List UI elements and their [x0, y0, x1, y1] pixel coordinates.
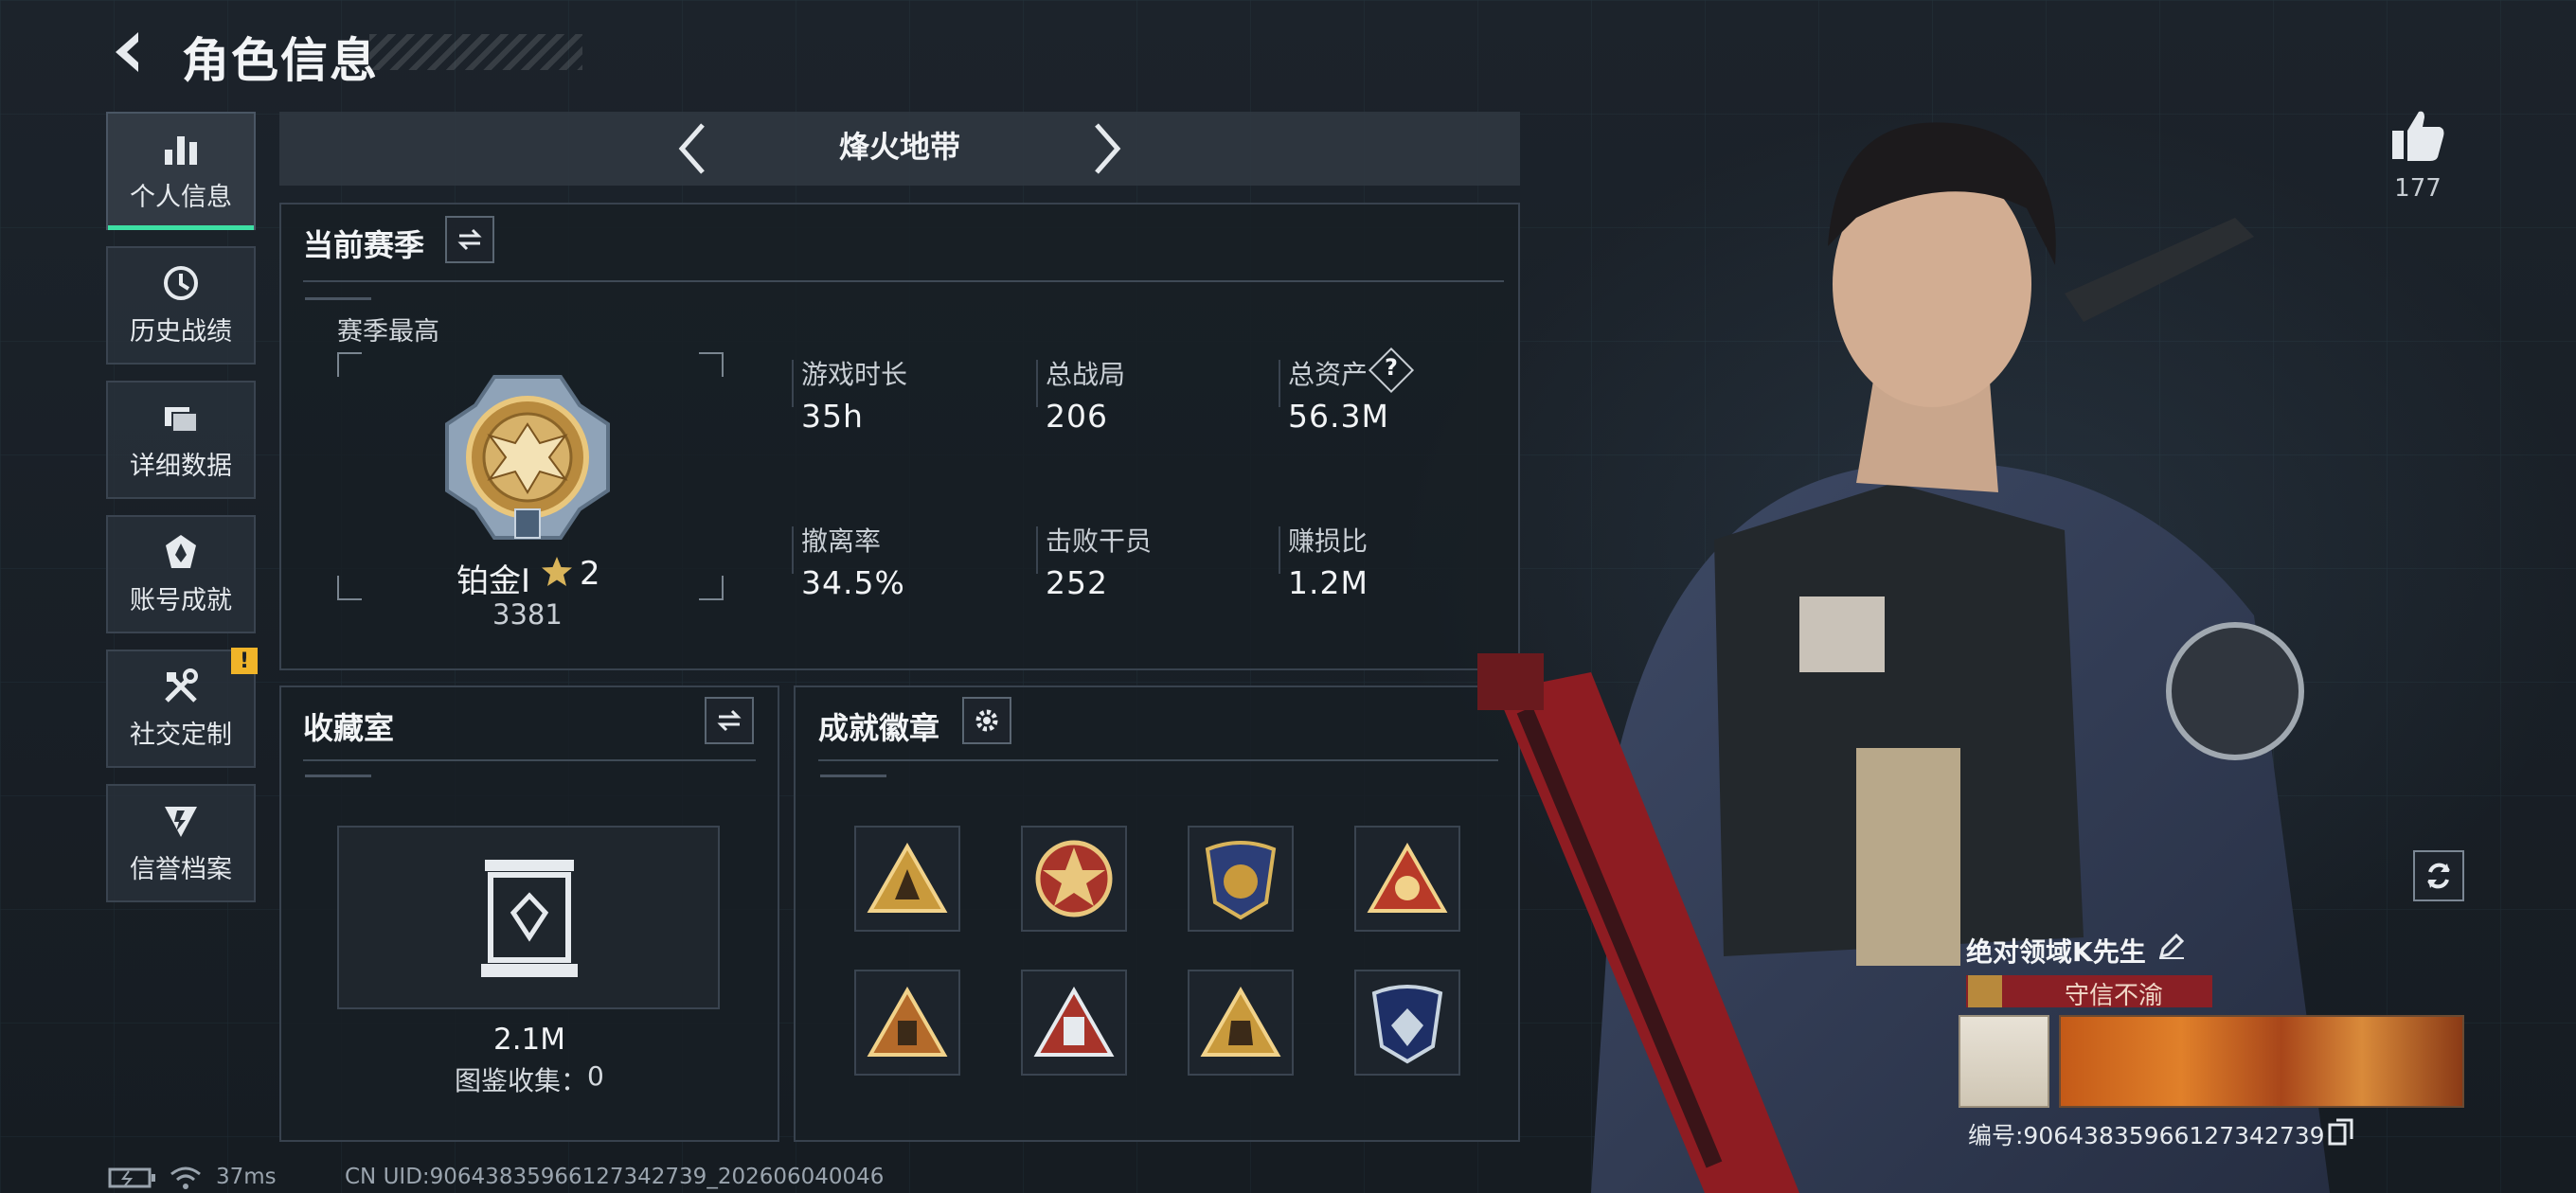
catalog-label: 图鉴收集：: [455, 1065, 588, 1096]
stat-value: 206: [1046, 398, 1108, 435]
stat-label: 赚损比: [1288, 525, 1368, 557]
rank-score: 3381: [492, 598, 563, 631]
shield-badge-icon: [1205, 841, 1277, 920]
wifi-icon: [170, 1166, 201, 1189]
collection-title: 收藏室: [303, 710, 395, 746]
achievement-badge[interactable]: [854, 970, 960, 1076]
stat-value: 252: [1046, 564, 1108, 601]
triangle-badge-icon: [867, 987, 948, 1057]
sidebar-item-label: 信誉档案: [130, 855, 232, 884]
catalog-count: 0: [587, 1060, 604, 1092]
bar-chart-icon: [165, 136, 197, 165]
decor-line: [305, 775, 371, 777]
decor-line: [820, 775, 886, 777]
stat-value: 34.5%: [801, 564, 905, 601]
sidebar-item-label: 账号成就: [130, 586, 232, 615]
stat-value: 56.3M: [1288, 398, 1389, 435]
divider: [303, 759, 756, 761]
divider: [818, 759, 1498, 761]
refresh-button[interactable]: [2413, 850, 2464, 901]
thumbs-up-icon[interactable]: [2388, 106, 2447, 165]
collection-switch-button[interactable]: [705, 697, 754, 744]
season-best-label: 赛季最高: [337, 317, 439, 347]
battery-icon: [108, 1167, 155, 1188]
frame-corner: [337, 576, 362, 600]
swap-icon: [717, 709, 742, 732]
frame-corner: [699, 576, 724, 600]
like-count: 177: [2394, 174, 2442, 203]
name-card-banner[interactable]: [2059, 1015, 2464, 1108]
player-title: 守信不渝: [2064, 982, 2163, 1010]
triangle-badge-icon: [1033, 987, 1115, 1057]
stat-separator: [1279, 526, 1280, 574]
platinum-rank-emblem-icon: [445, 375, 610, 540]
achievement-badge[interactable]: [1188, 826, 1294, 932]
footer-uid: CN UID:90643835966127342739_202606040046: [345, 1165, 885, 1189]
ping-latency: 37ms: [216, 1165, 277, 1189]
swap-icon: [457, 228, 482, 251]
achievement-icon: [166, 535, 196, 568]
sidebar-item-label: 社交定制: [130, 721, 232, 750]
history-clock-icon: [164, 266, 198, 300]
sidebar-item-reputation[interactable]: 信誉档案: [106, 784, 256, 902]
rank-name: 铂金Ⅰ: [456, 562, 531, 600]
title-emblem-icon: [1968, 975, 2002, 1007]
back-arrow-icon[interactable]: [106, 28, 153, 76]
stat-separator: [1279, 360, 1280, 407]
mode-tab-title: 烽火地带: [838, 129, 960, 165]
achievement-badge[interactable]: [854, 826, 960, 932]
stat-value: 35h: [801, 398, 864, 435]
stat-label: 撤离率: [801, 525, 882, 557]
copy-icon[interactable]: [2328, 1117, 2354, 1146]
stat-separator: [1036, 526, 1038, 574]
alert-badge: !: [231, 648, 258, 674]
sidebar-item-label: 详细数据: [130, 452, 232, 481]
triangle-badge-icon: [867, 843, 948, 913]
stat-value: 1.2M: [1288, 564, 1368, 601]
achievements-title: 成就徽章: [818, 710, 940, 746]
stat-separator: [1036, 360, 1038, 407]
frame-corner: [699, 352, 724, 377]
display-case-icon: [481, 860, 578, 977]
refresh-icon: [2427, 863, 2450, 889]
collection-value: 2.1M: [492, 1023, 566, 1057]
stat-separator: [792, 360, 794, 407]
page-title: 角色信息: [182, 33, 379, 88]
player-uid: 编号:90643835966127342739: [1968, 1122, 2325, 1149]
achievement-badge[interactable]: [1188, 970, 1294, 1076]
sidebar-item-history[interactable]: 历史战绩: [106, 246, 256, 365]
title-decoration: [369, 34, 582, 70]
reputation-icon: [165, 807, 197, 837]
sidebar-item-label: 个人信息: [130, 183, 232, 212]
avatar-frame-card[interactable]: [1959, 1015, 2049, 1108]
medal-badge-icon: [1035, 840, 1113, 917]
stat-separator: [792, 526, 794, 574]
stat-label: 总战局: [1046, 359, 1126, 390]
edit-pencil-icon[interactable]: [2157, 932, 2186, 960]
next-mode-arrow-icon[interactable]: [1087, 121, 1125, 176]
achievement-badge[interactable]: [1021, 970, 1127, 1076]
gear-icon: [975, 709, 998, 732]
frame-corner: [337, 352, 362, 377]
sidebar-item-label: 历史战绩: [130, 317, 232, 347]
divider: [303, 280, 1504, 282]
decor-line: [305, 297, 371, 300]
sidebar-item-detailed-data[interactable]: 详细数据: [106, 381, 256, 499]
sidebar-item-achievements[interactable]: 账号成就: [106, 515, 256, 633]
player-name: 绝对领域K先生: [1966, 936, 2146, 968]
stat-label: 游戏时长: [801, 359, 908, 390]
sidebar-item-personal-info[interactable]: 个人信息: [106, 112, 256, 230]
tools-icon: [165, 668, 198, 703]
achievement-badge[interactable]: [1021, 826, 1127, 932]
folder-icon: [165, 407, 198, 433]
stat-label: 总资产: [1288, 359, 1368, 390]
season-switch-button[interactable]: [445, 216, 494, 263]
rank-stars: 2: [580, 555, 600, 593]
achievements-settings-button[interactable]: [962, 697, 1011, 744]
stat-label: 击败干员: [1046, 525, 1153, 557]
star-icon: [542, 557, 572, 586]
season-title: 当前赛季: [303, 227, 425, 263]
triangle-badge-icon: [1200, 987, 1281, 1057]
